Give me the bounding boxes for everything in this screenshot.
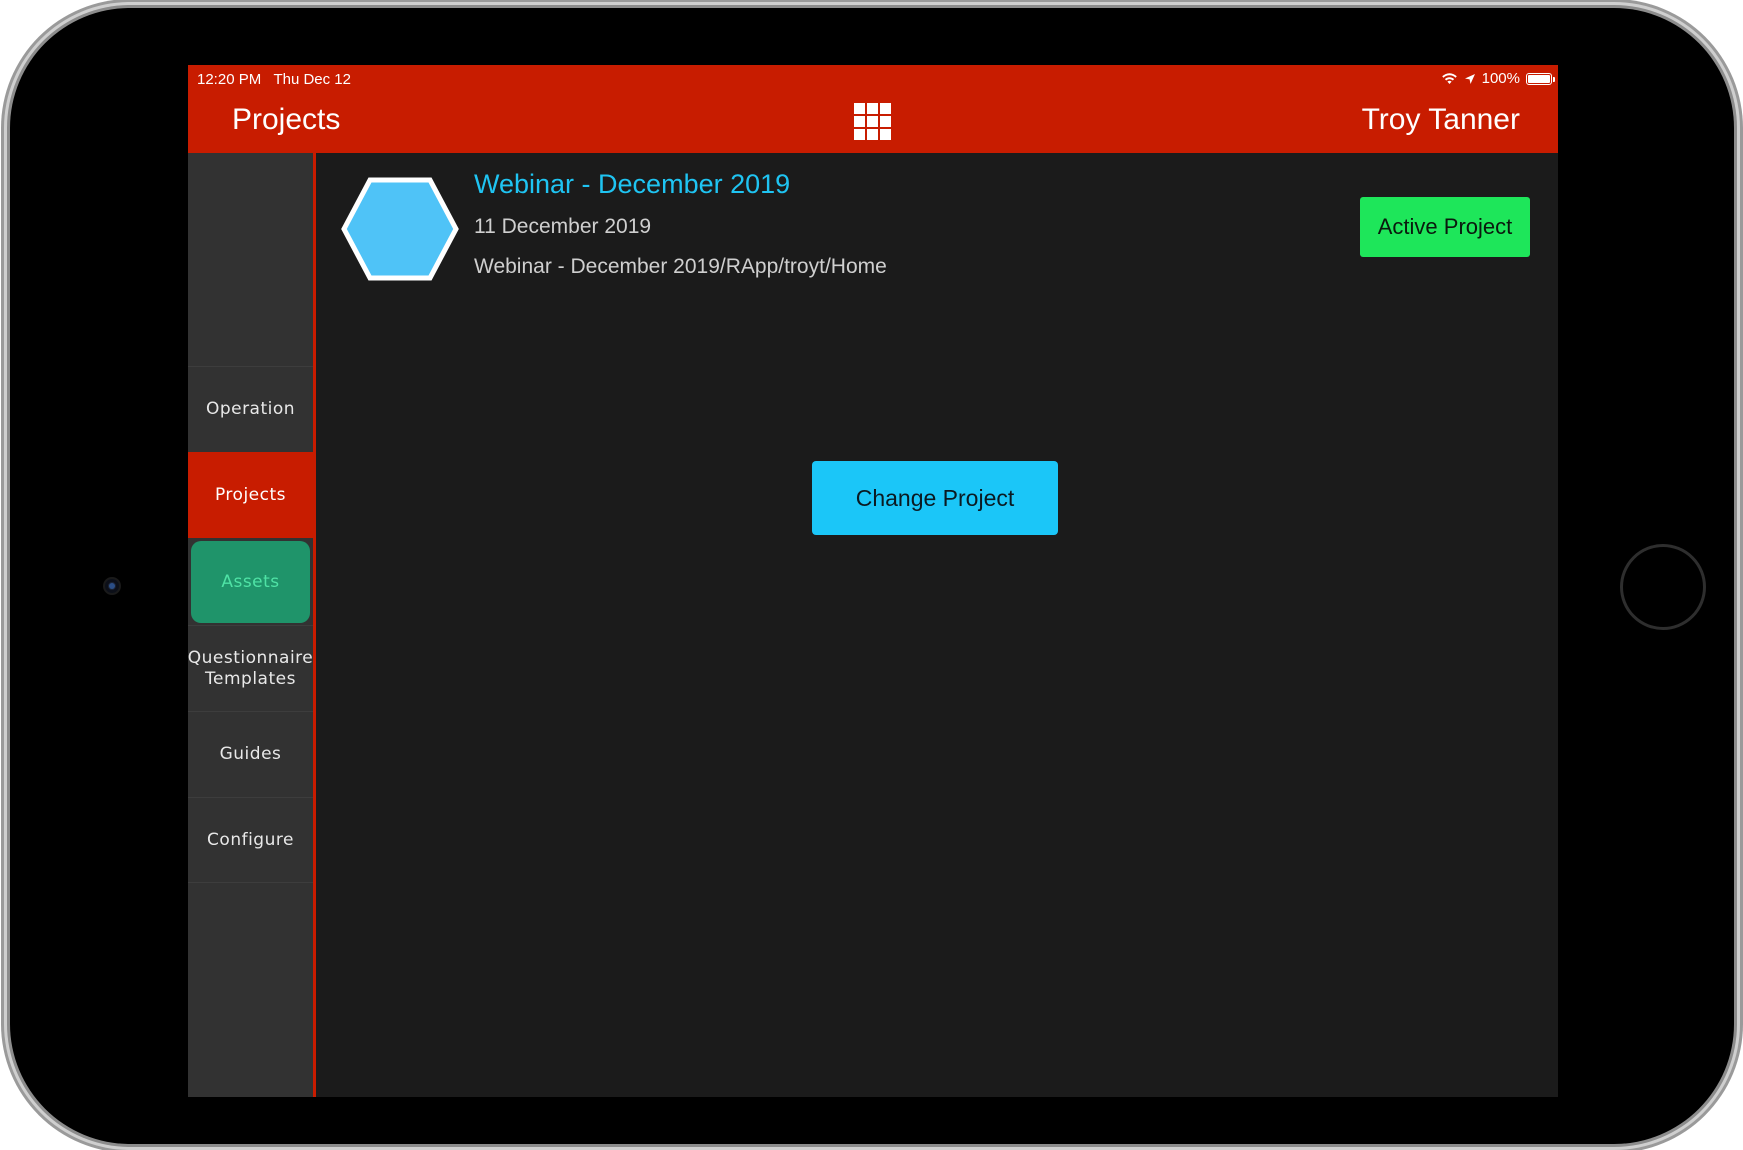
status-date: Thu Dec 12 bbox=[273, 71, 351, 88]
user-name[interactable]: Troy Tanner bbox=[1362, 103, 1520, 137]
sidebar: Operation Projects Assets Questionnaire … bbox=[188, 153, 316, 1097]
sidebar-item-assets[interactable]: Assets bbox=[191, 541, 310, 623]
active-project-button[interactable]: Active Project bbox=[1360, 197, 1530, 257]
sidebar-item-projects[interactable]: Projects bbox=[188, 452, 313, 538]
app-screen: 12:20 PM Thu Dec 12 100% Projects Troy T… bbox=[188, 65, 1558, 1097]
sidebar-item-label: Projects bbox=[214, 484, 287, 505]
status-time: 12:20 PM Thu Dec 12 bbox=[197, 71, 351, 88]
project-date: 11 December 2019 bbox=[474, 215, 652, 238]
sidebar-item-label: Guides bbox=[219, 744, 282, 764]
sidebar-item-label: Configure bbox=[207, 829, 294, 850]
hexagon-icon[interactable] bbox=[341, 177, 459, 281]
sidebar-item-questionnaire-templates[interactable]: Questionnaire Templates bbox=[188, 625, 313, 711]
sidebar-item-configure[interactable]: Configure bbox=[188, 797, 313, 883]
sidebar-item-guides[interactable]: Guides bbox=[188, 711, 313, 797]
home-button[interactable] bbox=[1620, 544, 1706, 630]
battery-percent: 100% bbox=[1481, 70, 1520, 87]
battery-icon bbox=[1526, 72, 1555, 85]
sidebar-item-label: Questionnaire Templates bbox=[188, 647, 314, 689]
change-project-button[interactable]: Change Project bbox=[812, 461, 1058, 535]
top-bar: 12:20 PM Thu Dec 12 100% Projects Troy T… bbox=[188, 65, 1558, 153]
status-indicators: 100% bbox=[1441, 70, 1555, 87]
sidebar-item-operation[interactable]: Operation bbox=[188, 366, 313, 452]
page-title: Projects bbox=[232, 103, 341, 136]
front-camera bbox=[105, 579, 119, 593]
status-clock: 12:20 PM bbox=[197, 71, 262, 88]
sidebar-item-label: Operation bbox=[205, 399, 296, 419]
project-path: Webinar - December 2019/RApp/troyt/Home bbox=[474, 255, 887, 278]
location-arrow-icon bbox=[1464, 73, 1475, 84]
sidebar-item-label: Assets bbox=[221, 571, 280, 592]
grid-icon[interactable] bbox=[854, 103, 891, 140]
project-name[interactable]: Webinar - December 2019 bbox=[474, 169, 790, 200]
wifi-icon bbox=[1441, 73, 1457, 84]
